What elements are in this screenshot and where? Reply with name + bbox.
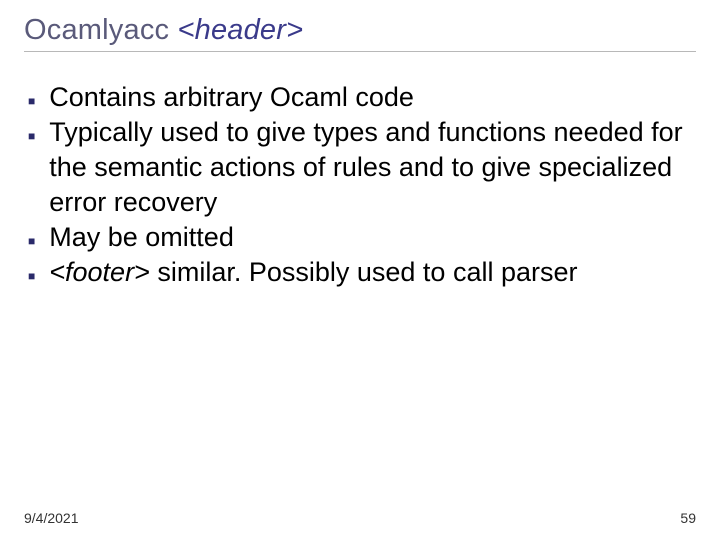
bullet-text: Contains arbitrary Ocaml code bbox=[49, 80, 696, 115]
bullet-icon: ■ bbox=[28, 234, 35, 250]
bullet-italic-prefix: <footer> bbox=[49, 257, 150, 287]
title-plain: Ocamlyacc bbox=[24, 14, 177, 46]
bullet-icon: ■ bbox=[28, 129, 35, 145]
list-item: ■ Typically used to give types and funct… bbox=[28, 115, 696, 220]
bullet-remainder: similar. Possibly used to call parser bbox=[150, 257, 578, 287]
bullet-text: <footer> similar. Possibly used to call … bbox=[49, 255, 696, 290]
bullet-icon: ■ bbox=[28, 269, 35, 285]
list-item: ■ May be omitted bbox=[28, 220, 696, 255]
bullet-list: ■ Contains arbitrary Ocaml code ■ Typica… bbox=[24, 80, 696, 291]
title-italic: <header> bbox=[177, 14, 303, 46]
slide-footer: 9/4/2021 59 bbox=[24, 510, 696, 526]
footer-page-number: 59 bbox=[680, 510, 696, 526]
list-item: ■ <footer> similar. Possibly used to cal… bbox=[28, 255, 696, 290]
footer-date: 9/4/2021 bbox=[24, 510, 79, 526]
bullet-icon: ■ bbox=[28, 94, 35, 110]
list-item: ■ Contains arbitrary Ocaml code bbox=[28, 80, 696, 115]
bullet-text: May be omitted bbox=[49, 220, 696, 255]
slide-title: Ocamlyacc <header> bbox=[24, 14, 696, 52]
bullet-text: Typically used to give types and functio… bbox=[49, 115, 696, 220]
